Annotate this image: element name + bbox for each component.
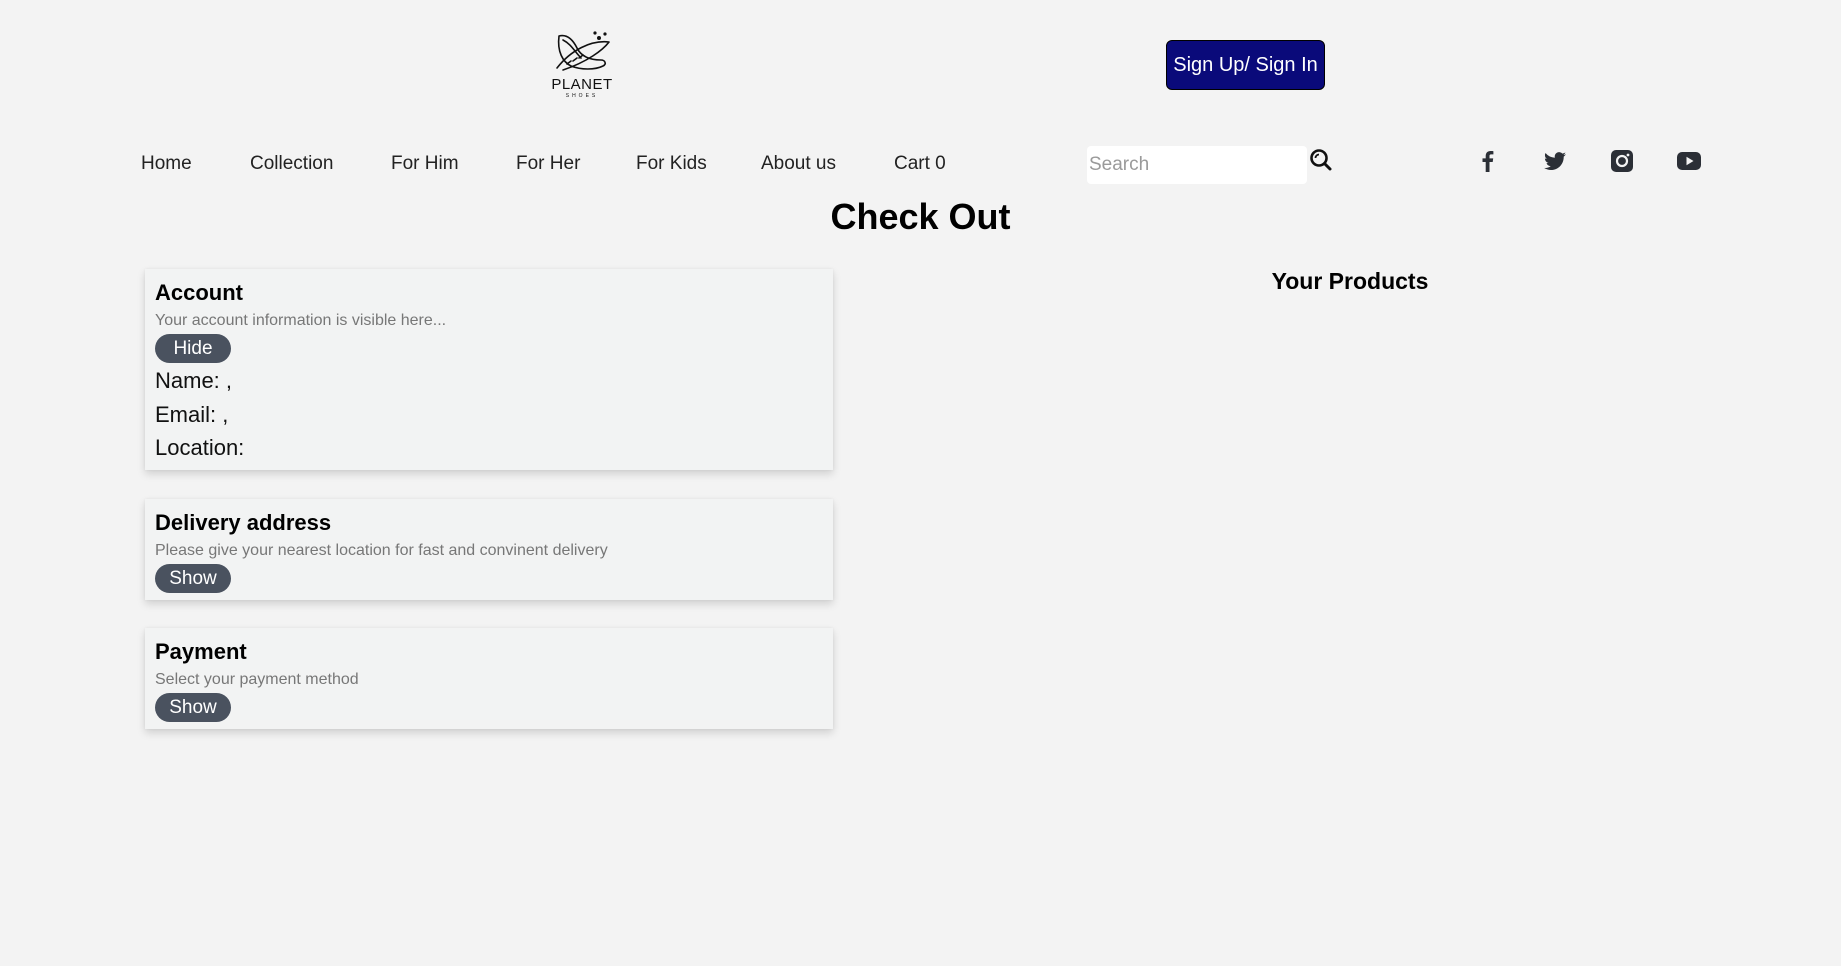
delivery-card: Delivery address Please give your neares… <box>145 499 833 600</box>
account-name: Name: , <box>155 368 233 393</box>
nav-item-collection[interactable]: Collection <box>250 153 333 175</box>
signin-button[interactable]: Sign Up/ Sign In <box>1166 40 1325 90</box>
nav-item-for-her[interactable]: For Her <box>516 153 580 175</box>
twitter-icon[interactable] <box>1542 148 1568 174</box>
checkout-page: PLANET SHOES Sign Up/ Sign In Home Colle… <box>0 0 1841 966</box>
youtube-icon[interactable] <box>1676 148 1702 174</box>
page-title: Check Out <box>830 196 1011 237</box>
nav-item-for-him[interactable]: For Him <box>391 153 459 175</box>
nav-item-cart[interactable]: Cart 0 <box>894 153 946 175</box>
facebook-icon[interactable] <box>1475 148 1501 174</box>
account-subtitle: Your account information is visible here… <box>155 312 447 329</box>
delivery-subtitle: Please give your nearest location for fa… <box>155 542 608 559</box>
logo-name: PLANET <box>551 76 613 93</box>
account-email: Email: , <box>155 402 229 427</box>
search-input[interactable] <box>1087 146 1307 184</box>
payment-title: Payment <box>155 639 247 664</box>
instagram-icon[interactable] <box>1609 148 1635 174</box>
account-hide-button[interactable]: Hide <box>155 334 231 363</box>
nav-item-for-kids[interactable]: For Kids <box>636 153 707 175</box>
payment-subtitle: Select your payment method <box>155 671 359 688</box>
delivery-show-button[interactable]: Show <box>155 564 231 593</box>
search-icon[interactable] <box>1309 148 1333 172</box>
brand-logo[interactable]: PLANET SHOES <box>545 30 619 100</box>
payment-show-button[interactable]: Show <box>155 693 231 722</box>
delivery-title: Delivery address <box>155 510 332 535</box>
account-card: Account Your account information is visi… <box>145 269 833 470</box>
nav-item-about-us[interactable]: About us <box>761 153 836 175</box>
nav-item-home[interactable]: Home <box>141 153 192 175</box>
account-title: Account <box>155 280 243 305</box>
products-title: Your Products <box>1271 268 1429 294</box>
logo-tagline: SHOES <box>565 93 599 99</box>
account-location: Location: <box>155 435 245 460</box>
shoe-logo-icon <box>556 31 610 71</box>
payment-card: Payment Select your payment method Show <box>145 628 833 729</box>
